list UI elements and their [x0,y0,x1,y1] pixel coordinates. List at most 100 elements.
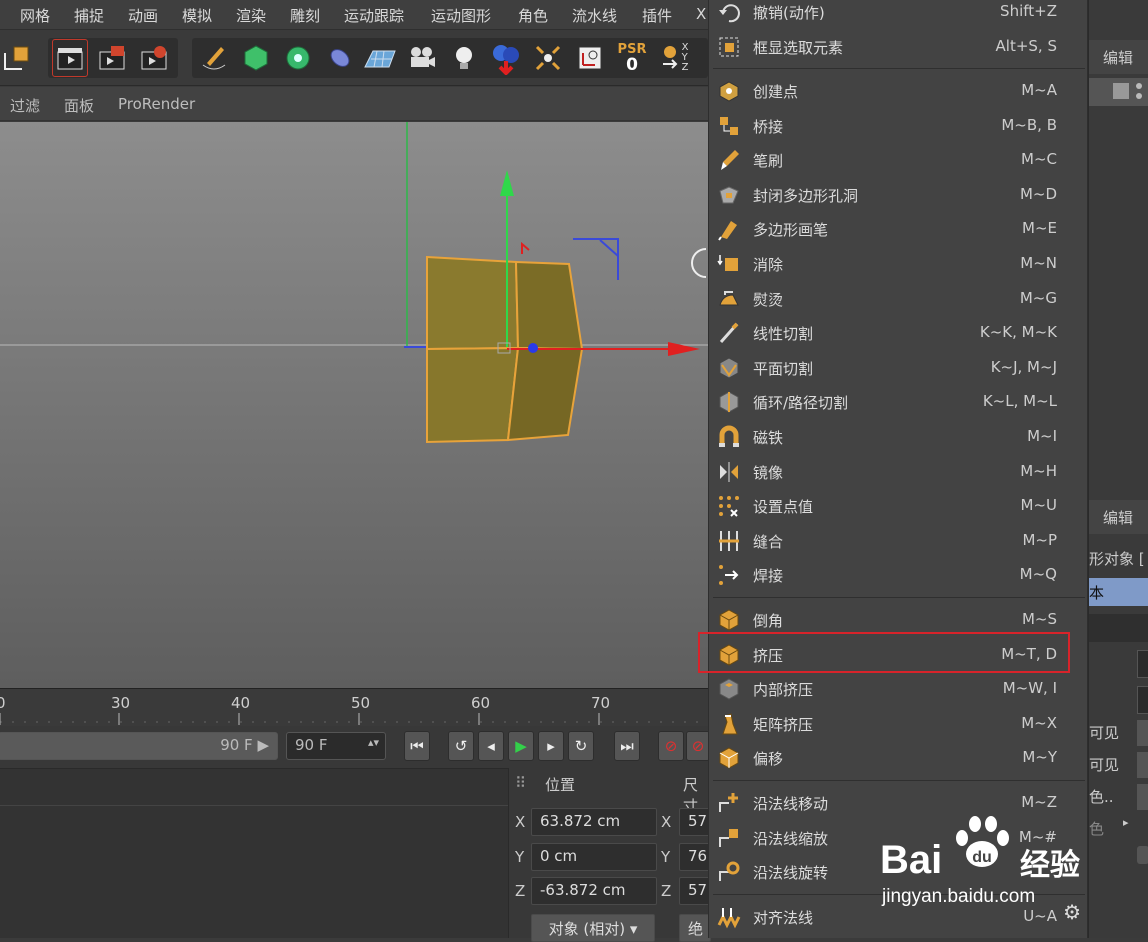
end-frame-field[interactable]: 90 F ▴▾ [286,732,386,760]
menu-item-shortcut: K~J, M~J [990,357,1057,376]
menu-item-magnet[interactable]: 磁铁 M~I [709,420,1089,454]
menu-item-iron[interactable]: 熨烫 M~G [709,282,1089,316]
viewport-scene [0,122,710,444]
size-y-field[interactable]: 76. [679,843,711,871]
menu-item-label: 内部挤压 [753,681,814,700]
play-button[interactable]: ▶ [508,731,534,761]
menu-item-7[interactable]: 运动图形 [431,5,491,26]
menu-item-6[interactable]: 运动跟踪 [344,5,404,26]
viewport[interactable] [0,122,710,688]
record-button[interactable]: ⊘ [658,731,684,761]
visible-renderer-dropdown[interactable] [1137,752,1148,778]
pos-y-field[interactable]: 0 cm [531,843,657,871]
menu-item-label: 镜像 [753,463,784,482]
autokey-button[interactable]: ⊘ [686,731,710,761]
menu-item-8[interactable]: 角色 [518,5,548,26]
render-view-icon[interactable] [52,39,88,77]
display-color-dropdown[interactable] [1137,784,1148,810]
pos-x-field[interactable]: 63.872 cm [531,808,657,836]
render-to-picture-viewer-icon[interactable] [94,39,130,77]
menu-item-set-point-value[interactable]: 设置点值 M~U [709,489,1089,523]
menu-item-mirror[interactable]: 镜像 M~H [709,455,1089,489]
menu-item-frame-selected[interactable]: 框显选取元素 Alt+S, S [709,30,1089,64]
pos-z-field[interactable]: -63.872 cm [531,877,657,905]
edit-tab-top[interactable]: 编辑 [1089,40,1148,74]
transport-bar: 90 F ▶ 90 F ▴▾ ⏮ ↺ ◂ ▶ ▸ ↻ ⏭ ⊘ ⊘ [0,726,710,768]
previous-frame-button[interactable]: ◂ [478,731,504,761]
menu-item-dissolve[interactable]: 消除 M~N [709,247,1089,281]
menu-item-undo[interactable]: 撤销(动作) Shift+Z [709,0,1089,29]
layer-field[interactable] [1137,686,1148,714]
axis-lock-icon[interactable]: X Y Z [654,39,694,77]
basic-tab[interactable]: 本 [1089,578,1148,606]
deformer-icon[interactable] [322,39,358,77]
menu-item-stitch[interactable]: 缝合 M~P [709,524,1089,558]
menu-item-plane-cut[interactable]: 平面切割 K~J, M~J [709,351,1089,385]
go-to-end-button[interactable]: ⏭ [614,731,640,761]
menu-item-brush[interactable]: 笔刷 M~C [709,143,1089,177]
next-frame-button[interactable]: ▸ [538,731,564,761]
menu-item-matrix-extrude[interactable]: 矩阵挤压 M~X [709,707,1089,741]
timeline-tick-label: 40 [231,694,251,712]
bevel-icon [717,608,741,632]
menu-item-10[interactable]: 插件 [642,5,672,26]
size-z-field[interactable]: 57. [679,877,711,905]
spline-pen-icon[interactable] [196,39,232,77]
psr-indicator[interactable]: PSR 0 [612,39,652,77]
menu-item-9[interactable]: 流水线 [572,5,617,26]
menu-item-3[interactable]: 模拟 [182,5,212,26]
toggle-checkbox[interactable] [1137,846,1148,864]
menu-item-shortcut: M~U [1020,496,1058,515]
name-field[interactable] [1137,650,1148,678]
viewport-menu-item-1[interactable]: 面板 [64,95,94,116]
edit-tab-mid[interactable]: 编辑 [1089,500,1148,534]
menu-item-offset[interactable]: 偏移 M~Y [709,741,1089,775]
material-icon[interactable] [488,39,524,77]
camera-icon[interactable] [404,39,440,77]
expand-arrow-icon[interactable]: ▸ [1123,816,1129,829]
menu-item-1[interactable]: 捕捉 [74,5,104,26]
menu-item-shortcut: M~N [1020,254,1057,272]
visible-editor-dropdown[interactable] [1137,720,1148,746]
timeline-ruler[interactable]: 0 30 40 50 60 70 [0,688,710,726]
menu-item-line-cut[interactable]: 线性切割 K~K, M~K [709,316,1089,350]
menu-item-weld[interactable]: 焊接 M~Q [709,558,1089,592]
light-icon[interactable] [446,39,482,77]
frame-range-slider[interactable]: 90 F ▶ [0,732,278,760]
timeline-tick-label: 50 [351,694,371,712]
subdivision-icon[interactable] [280,39,316,77]
viewport-menu-item-2[interactable]: ProRender [118,95,195,113]
menu-item-0[interactable]: 网格 [20,5,50,26]
menu-item-loop-cut[interactable]: 循环/路径切割 K~L, M~L [709,385,1089,419]
cube-object-icon[interactable] [238,39,274,77]
next-key-button[interactable]: ↻ [568,731,594,761]
snap-icon[interactable] [530,39,566,77]
menu-item-create-point[interactable]: 创建点 M~A [709,74,1089,108]
spinner-icon[interactable]: ▴▾ [368,736,379,749]
coordinates-panel: ⠿ 位置 尺寸 X 63.872 cm X 57. Y 0 cm Y 76. Z… [508,768,711,942]
size-x-field[interactable]: 57. [679,808,711,836]
baidu-paw-icon: du [956,816,1009,867]
menu-item-shortcut: M~D [1019,184,1057,203]
rotation-handle [521,241,530,254]
menu-item-11[interactable]: X [696,5,706,23]
brush-icon [717,148,741,172]
menu-item-5[interactable]: 雕刻 [290,5,320,26]
menu-item-4[interactable]: 渲染 [236,5,266,26]
menu-item-bridge[interactable]: 桥接 M~B, B [709,109,1089,143]
menu-item-close-polygon-hole[interactable]: 封闭多边形孔洞 M~D [709,178,1089,212]
floor-icon[interactable] [362,39,398,77]
weld-icon [717,563,741,587]
viewport-menu-item-0[interactable]: 过滤 [10,95,40,116]
previous-key-button[interactable]: ↺ [448,731,474,761]
timeline-tick-label: 60 [471,694,491,712]
workplane-icon[interactable] [572,39,608,77]
render-settings-icon[interactable] [136,39,172,77]
cube-mode-icon[interactable] [0,39,34,77]
go-to-start-button[interactable]: ⏮ [404,731,430,761]
menu-item-extrude-inner[interactable]: 内部挤压 M~W, I [709,672,1089,706]
offset-icon [717,746,741,770]
menu-item-polygon-pen[interactable]: 多边形画笔 M~E [709,212,1089,246]
menu-item-2[interactable]: 动画 [128,5,158,26]
pos-x-value: 63.872 cm [540,812,621,830]
